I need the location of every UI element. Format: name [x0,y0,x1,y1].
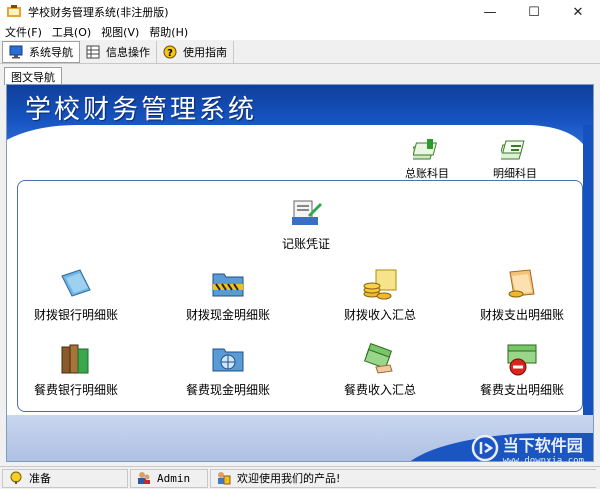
menu-bar: 文件(F) 工具(O) 视图(V) 帮助(H) [0,24,600,40]
coins-icon [362,266,398,302]
menu-view[interactable]: 视图(V) [96,24,144,40]
user-icon [137,471,151,485]
toolbar-label: 信息操作 [106,45,150,59]
toolbar-label: 使用指南 [183,45,227,59]
grid-item-meal-income[interactable]: 餐费收入汇总 [320,341,440,398]
maximize-button[interactable]: ☐ [512,0,556,24]
grid-label: 餐费收入汇总 [343,383,416,397]
navigation-panel: 记账凭证 财拨银行明细账 财拨现金明细账 财拨收入汇总 财拨支出明细账 餐费银行… [17,180,583,412]
grid-label: 财拨收入汇总 [343,308,416,322]
grid-label: 餐费支出明细账 [479,383,564,397]
grid-item-fiscal-cash[interactable]: 财拨现金明细账 [168,266,288,323]
watermark-title: 当下软件园 [502,436,583,455]
menu-file[interactable]: 文件(F) [0,24,47,40]
grid-item-meal-bank[interactable]: 餐费银行明细账 [16,341,136,398]
app-icon [6,4,22,20]
toolbar-info-ops-button[interactable]: 信息操作 [80,40,157,63]
books-icon [58,341,94,377]
minimize-button[interactable]: — [468,0,512,24]
toolbar-guide-button[interactable]: ? 使用指南 [157,40,234,63]
voucher-icon [288,195,324,231]
status-welcome-text: 欢迎使用我们的产品! [237,472,341,485]
status-ready-text: 准备 [29,472,51,485]
detail-icon [498,137,529,163]
grid-label: 餐费现金明细账 [185,383,270,397]
banner-title: 学校财务管理系统 [25,95,258,125]
money-stop-icon [504,341,540,377]
status-user-text: Admin [157,471,191,485]
ledger-icon [409,137,441,163]
monitor-icon [9,45,23,59]
expense-folder-icon [504,266,540,302]
grid-label: 财拨支出明细账 [479,308,564,322]
title-bar: 学校财务管理系统(非注册版) — ☐ ✕ [0,0,600,24]
toolbar-system-nav-button[interactable]: 系统导航 [2,40,80,63]
product-icon [217,471,231,485]
detail-account-button[interactable]: 明细科目 [475,137,555,181]
grid-item-meal-expense[interactable]: 餐费支出明细账 [462,341,582,398]
grid-item-fiscal-expense[interactable]: 财拨支出明细账 [462,266,582,323]
toolbar-label: 系统导航 [29,45,73,59]
close-button[interactable]: ✕ [556,0,600,24]
icon-label: 明细科目 [493,167,537,180]
main-content: 学校财务管理系统 总账科目 明细科目 记账凭证 财拨银行明细账 财拨现金明细账 … [6,84,594,462]
status-welcome: 欢迎使用我们的产品! [210,468,596,488]
globe-folder-icon [210,341,246,377]
menu-help[interactable]: 帮助(H) [144,24,193,40]
watermark: 当下软件园 www.downxia.com [471,432,584,466]
tab-bar: 图文导航 [0,64,600,85]
icon-label: 总账科目 [405,167,449,180]
watermark-url: www.downxia.com [502,456,584,466]
grid-item-fiscal-income[interactable]: 财拨收入汇总 [320,266,440,323]
status-user: Admin [130,468,208,488]
bank-book-icon [58,266,94,302]
status-ready: 准备 [2,468,128,488]
table-icon [86,45,100,59]
watermark-logo-icon [471,434,499,465]
voucher-button[interactable]: 记账凭证 [246,195,366,252]
help-icon: ? [163,45,177,59]
cash-folder-icon [210,266,246,302]
grid-label: 记账凭证 [281,237,330,251]
grid-label: 财拨银行明细账 [33,308,118,322]
menu-tools[interactable]: 工具(O) [47,24,96,40]
status-bar: 准备 Admin 欢迎使用我们的产品! [0,466,600,489]
svg-text:?: ? [167,48,173,59]
ready-icon [9,471,23,485]
grid-item-fiscal-bank[interactable]: 财拨银行明细账 [16,266,136,323]
window-title: 学校财务管理系统(非注册版) [28,6,169,19]
grid-label: 餐费银行明细账 [33,383,118,397]
grid-label: 财拨现金明细账 [185,308,270,322]
tab-graphic-nav[interactable]: 图文导航 [4,67,62,85]
toolbar: 系统导航 信息操作 ? 使用指南 [0,40,600,64]
general-ledger-button[interactable]: 总账科目 [387,137,467,181]
decor-edge [583,125,593,445]
money-hand-icon [362,341,398,377]
grid-item-meal-cash[interactable]: 餐费现金明细账 [168,341,288,398]
